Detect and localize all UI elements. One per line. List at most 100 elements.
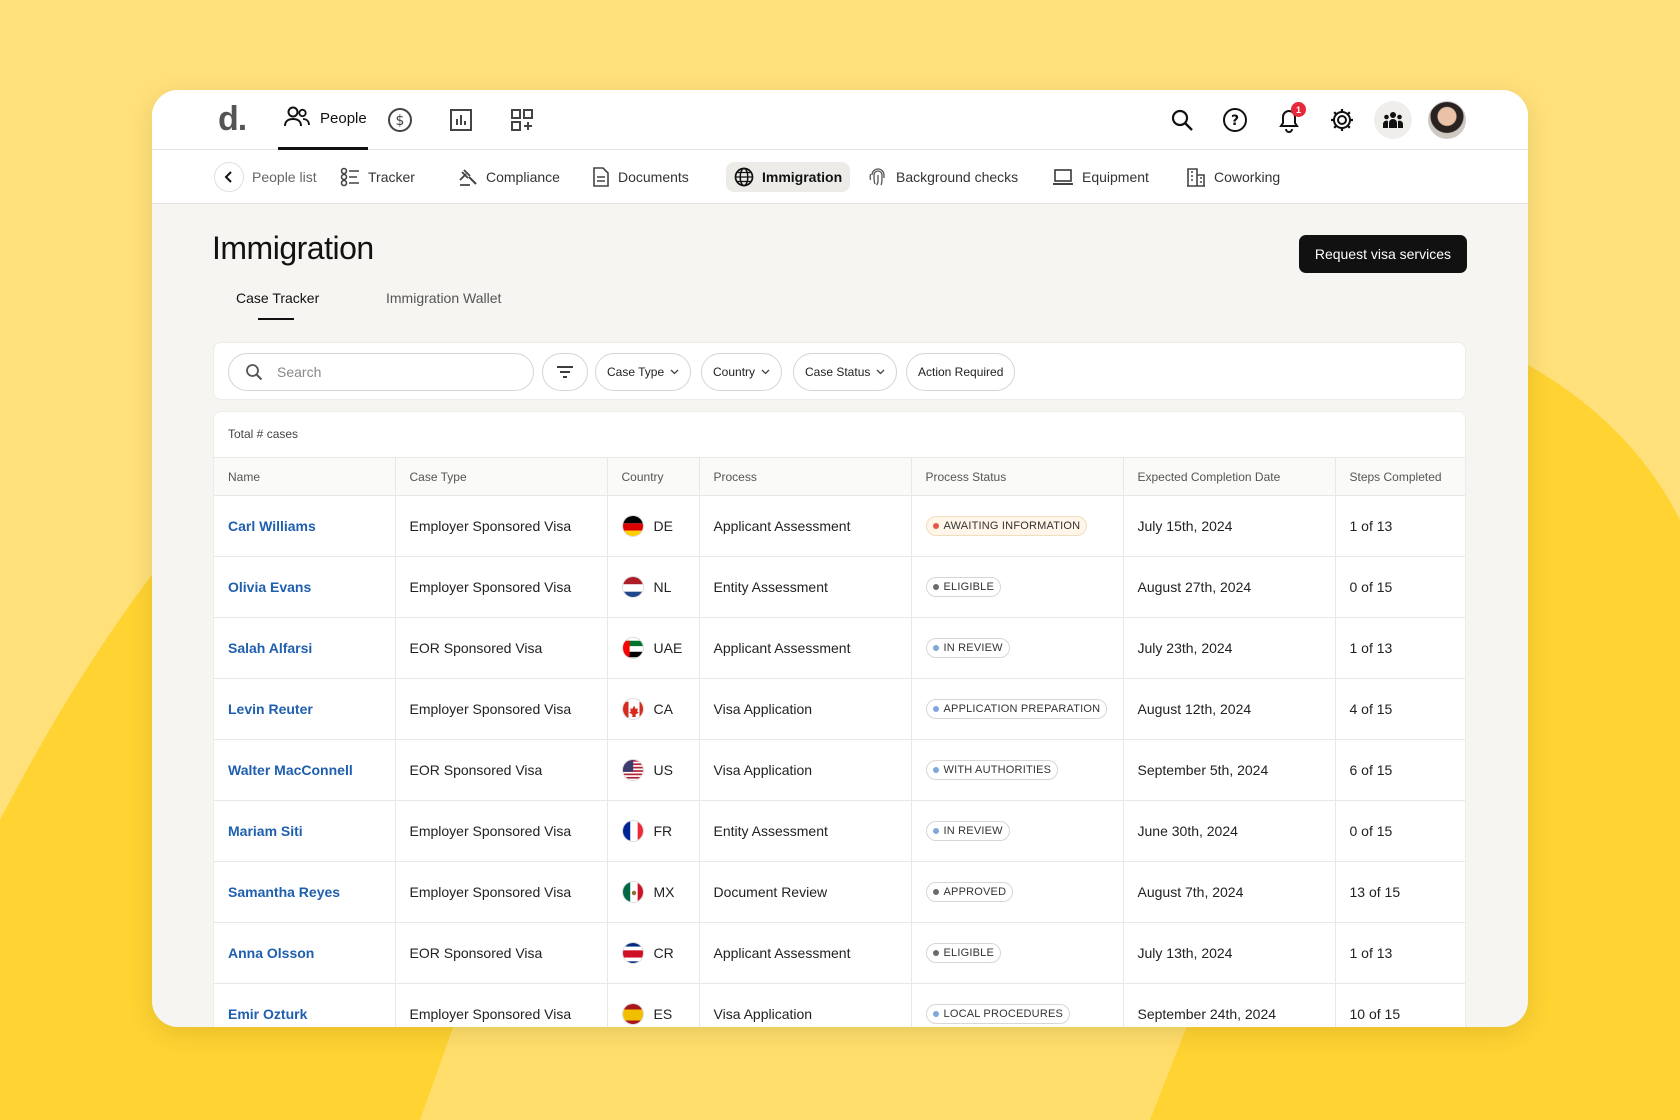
subnav-coworking[interactable]: Coworking bbox=[1178, 162, 1288, 192]
case-status-filter[interactable]: Case Status bbox=[793, 353, 898, 391]
column-header-country[interactable]: Country bbox=[607, 457, 700, 496]
column-header-process[interactable]: Process bbox=[699, 457, 912, 496]
table-row[interactable]: Olivia Evans Employer Sponsored Visa NL Ent… bbox=[214, 556, 1465, 618]
subnav-equipment[interactable]: Equipment bbox=[1044, 162, 1157, 192]
flag-icon bbox=[621, 942, 644, 964]
cases-table-card: Total # cases Name Case Type Country Pro… bbox=[213, 411, 1466, 1027]
tab-case-tracker[interactable]: Case Tracker bbox=[236, 290, 319, 306]
status-badge: IN REVIEW bbox=[925, 638, 1010, 658]
country-cell: ES bbox=[607, 983, 700, 1027]
case-type-filter[interactable]: Case Type bbox=[595, 353, 692, 391]
table-row[interactable]: Samantha Reyes Employer Sponsored Visa MX D… bbox=[214, 861, 1465, 923]
case-name-link[interactable]: Levin Reuter bbox=[214, 678, 396, 740]
search-box bbox=[228, 353, 534, 391]
expected-completion-date-cell: September 24th, 2024 bbox=[1123, 983, 1336, 1027]
process-cell: Visa Application bbox=[699, 983, 912, 1027]
case-type-filter-label: Case Type bbox=[607, 365, 665, 379]
chevron-down-icon bbox=[670, 369, 679, 375]
case-name-link[interactable]: Olivia Evans bbox=[214, 556, 396, 618]
svg-text:?: ? bbox=[1231, 113, 1239, 129]
country-filter[interactable]: Country bbox=[701, 353, 783, 391]
filter-button[interactable] bbox=[542, 353, 588, 391]
subnav-immigration[interactable]: Immigration bbox=[726, 162, 851, 192]
table-row[interactable]: Anna Olsson EOR Sponsored Visa CR Applicant… bbox=[214, 922, 1465, 984]
flag-icon bbox=[621, 820, 644, 842]
gear-icon[interactable] bbox=[1327, 105, 1357, 135]
case-name-link[interactable]: Walter MacConnell bbox=[214, 739, 396, 801]
case-type-cell: EOR Sponsored Visa bbox=[395, 739, 608, 801]
case-type-cell: Employer Sponsored Visa bbox=[395, 678, 608, 740]
subnav-equipment-label: Equipment bbox=[1082, 169, 1149, 185]
case-type-cell: Employer Sponsored Visa bbox=[395, 800, 608, 862]
status-dot-icon bbox=[932, 828, 939, 834]
status-label: APPLICATION PREPARATION bbox=[943, 703, 1101, 715]
avatar[interactable] bbox=[1428, 101, 1466, 139]
subnav-people-list-label: People list bbox=[252, 169, 317, 185]
process-cell: Visa Application bbox=[699, 678, 912, 740]
process-cell: Visa Application bbox=[699, 739, 912, 801]
process-status-cell: APPROVED bbox=[911, 861, 1124, 923]
dollar-icon[interactable]: $ bbox=[386, 106, 414, 134]
notification-badge: 1 bbox=[1291, 102, 1306, 117]
country-code: CA bbox=[653, 701, 673, 717]
subnav-documents[interactable]: Documents bbox=[584, 162, 697, 192]
apps-icon[interactable] bbox=[508, 106, 536, 134]
process-cell: Document Review bbox=[699, 861, 912, 923]
tab-immigration-wallet[interactable]: Immigration Wallet bbox=[386, 290, 501, 306]
subnav-compliance[interactable]: Compliance bbox=[450, 162, 568, 192]
status-dot-icon bbox=[932, 889, 939, 895]
search-icon[interactable] bbox=[1167, 105, 1197, 135]
back-button[interactable] bbox=[214, 162, 244, 192]
bell-icon[interactable]: 1 bbox=[1274, 102, 1306, 135]
team-icon[interactable] bbox=[1374, 101, 1412, 139]
subnav-people-list[interactable]: People list bbox=[244, 162, 325, 192]
column-header-case-type[interactable]: Case Type bbox=[395, 457, 608, 496]
case-name-link[interactable]: Emir Ozturk bbox=[214, 983, 396, 1027]
search-icon bbox=[246, 364, 263, 381]
action-required-filter[interactable]: Action Required bbox=[906, 353, 1016, 391]
status-label: IN REVIEW bbox=[943, 825, 1003, 837]
column-header-process-status[interactable]: Process Status bbox=[911, 457, 1124, 496]
case-name-link[interactable]: Mariam Siti bbox=[214, 800, 396, 862]
status-badge: IN REVIEW bbox=[925, 821, 1010, 841]
case-name-link[interactable]: Salah Alfarsi bbox=[214, 617, 396, 679]
chevron-down-icon bbox=[876, 369, 885, 375]
status-badge: ELIGIBLE bbox=[925, 577, 1002, 597]
page-title: Immigration bbox=[212, 230, 374, 266]
subnav-background-checks-label: Background checks bbox=[896, 169, 1019, 185]
country-cell: DE bbox=[607, 495, 700, 557]
chart-icon[interactable] bbox=[447, 106, 475, 134]
case-name-link[interactable]: Carl Williams bbox=[214, 495, 396, 557]
expected-completion-date-cell: September 5th, 2024 bbox=[1123, 739, 1336, 801]
table-row[interactable]: Carl Williams Employer Sponsored Visa DE Ap… bbox=[214, 495, 1465, 557]
nav-tab-people[interactable]: People bbox=[278, 90, 368, 150]
table-row[interactable]: Mariam Siti Employer Sponsored Visa FR Enti… bbox=[214, 800, 1465, 862]
country-code: NL bbox=[653, 579, 672, 595]
column-header-name[interactable]: Name bbox=[214, 457, 396, 496]
building-icon bbox=[1187, 168, 1205, 187]
filter-bar: Case Type Country Case Status Action Req… bbox=[213, 342, 1466, 400]
chevron-left-icon bbox=[224, 171, 232, 183]
flag-icon bbox=[621, 637, 644, 659]
subnav-tracker[interactable]: Tracker bbox=[332, 162, 423, 192]
flag-icon bbox=[621, 576, 644, 598]
process-status-cell: ELIGIBLE bbox=[911, 556, 1124, 618]
table-row[interactable]: Levin Reuter Employer Sponsored Visa CA Vis… bbox=[214, 678, 1465, 740]
subnav-immigration-label: Immigration bbox=[762, 169, 843, 185]
help-icon[interactable]: ? bbox=[1220, 105, 1250, 135]
column-header-steps-completed[interactable]: Steps Completed bbox=[1335, 457, 1465, 496]
expected-completion-date-cell: August 7th, 2024 bbox=[1123, 861, 1336, 923]
column-header-expected-completion-date[interactable]: Expected Completion Date bbox=[1123, 457, 1336, 496]
table-row[interactable]: Emir Ozturk Employer Sponsored Visa ES Visa… bbox=[214, 983, 1465, 1027]
subnav-background-checks[interactable]: Background checks bbox=[860, 162, 1026, 192]
request-visa-services-button[interactable]: Request visa services bbox=[1298, 235, 1467, 273]
steps-completed-cell: 1 of 13 bbox=[1335, 922, 1465, 984]
case-name-link[interactable]: Anna Olsson bbox=[214, 922, 396, 984]
subnav-tracker-label: Tracker bbox=[368, 169, 415, 185]
case-type-cell: Employer Sponsored Visa bbox=[395, 861, 608, 923]
table-row[interactable]: Salah Alfarsi EOR Sponsored Visa UAE Applic… bbox=[214, 617, 1465, 679]
status-badge: AWAITING INFORMATION bbox=[925, 516, 1088, 536]
case-name-link[interactable]: Samantha Reyes bbox=[214, 861, 396, 923]
search-input[interactable] bbox=[277, 364, 507, 380]
table-row[interactable]: Walter MacConnell EOR Sponsored Visa US Vis… bbox=[214, 739, 1465, 801]
